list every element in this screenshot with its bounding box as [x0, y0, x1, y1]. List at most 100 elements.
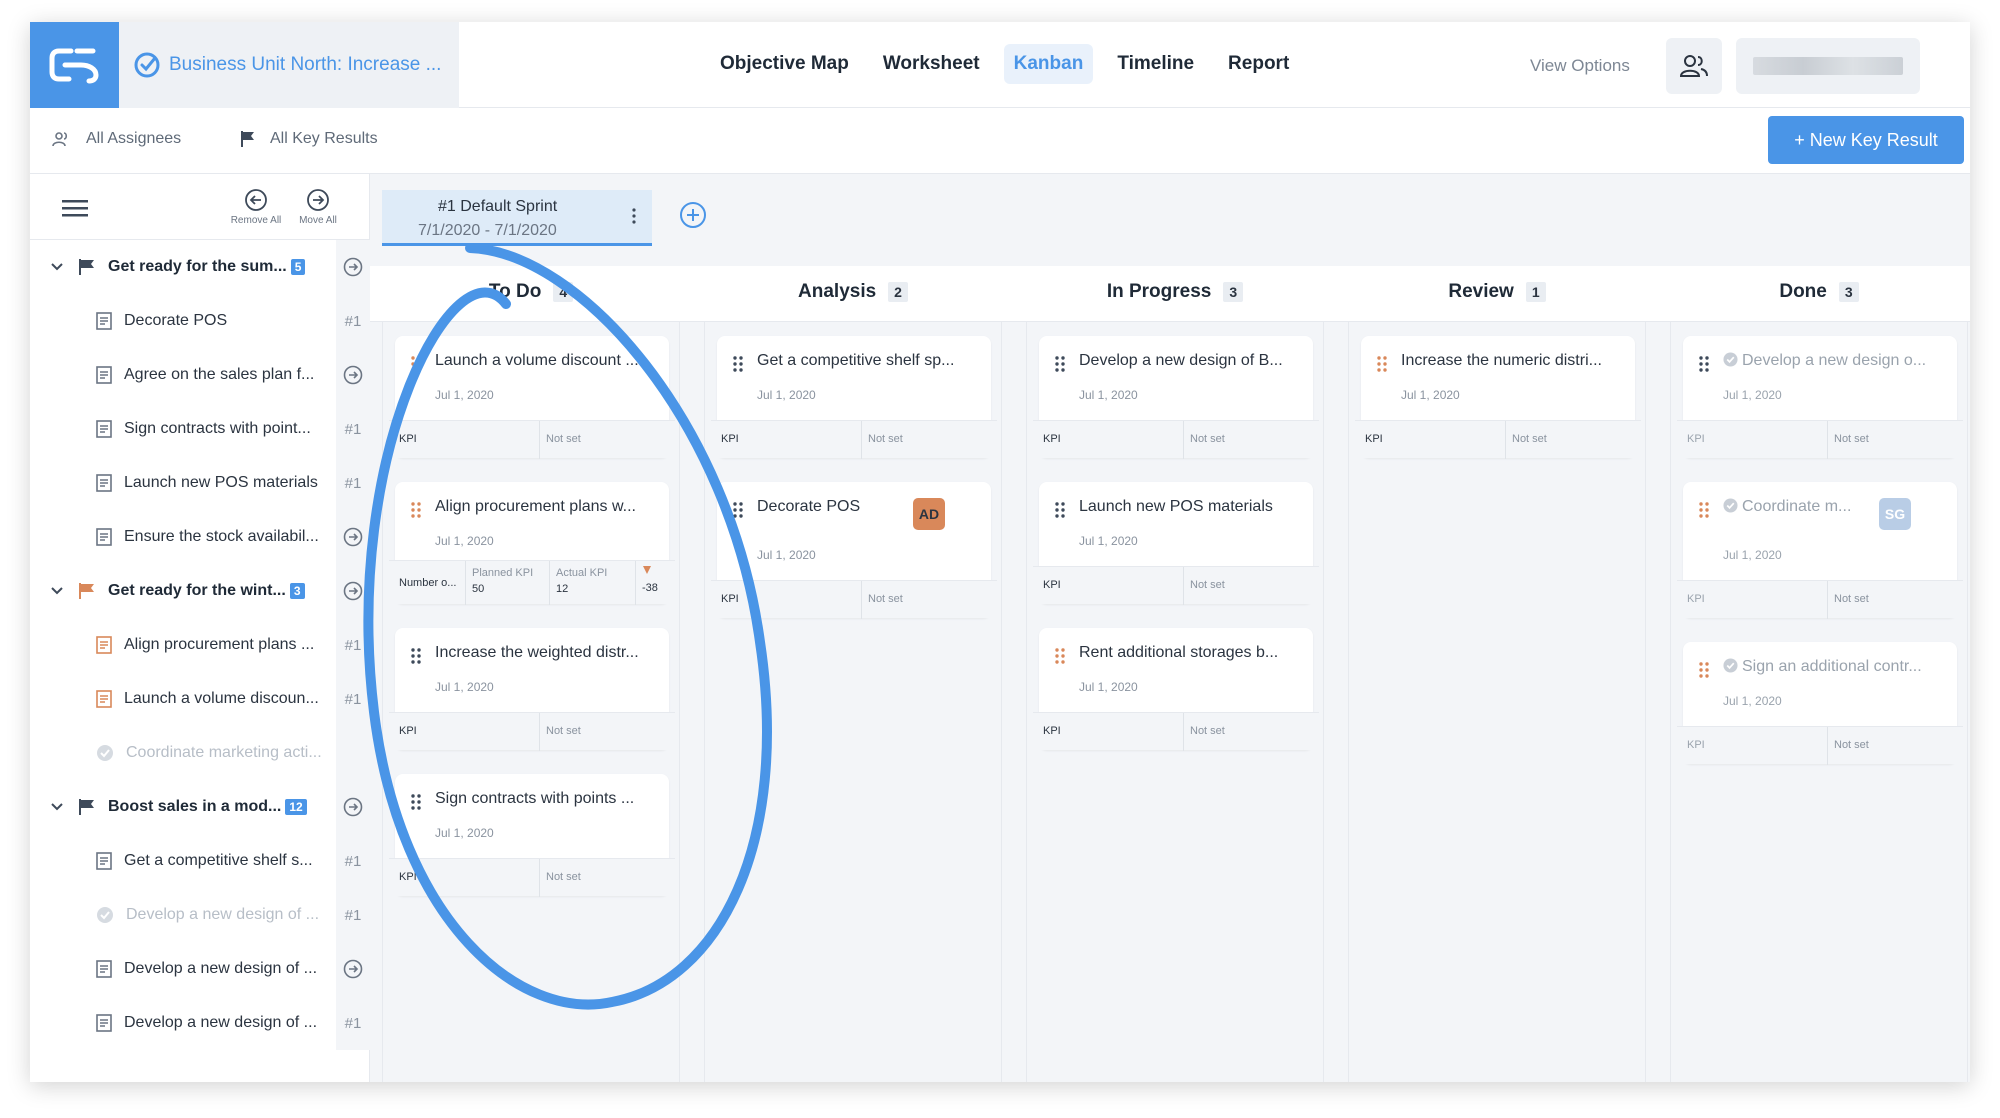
kanban-card[interactable]: Develop a new design of B... Jul 1, 2020 K…: [1033, 336, 1319, 459]
sidebar-row-action[interactable]: [336, 942, 370, 996]
kanban-card[interactable]: Sign contracts with points ... Jul 1, 202…: [389, 774, 675, 897]
kanban-card[interactable]: Rent additional storages b... Jul 1, 2020…: [1033, 628, 1319, 751]
kanban-card[interactable]: Sign an additional contr... Jul 1, 2020 KP…: [1677, 642, 1963, 765]
tab-timeline[interactable]: Timeline: [1107, 44, 1204, 84]
sidebar-key-result[interactable]: Launch new POS materials #1: [30, 456, 370, 510]
drag-handle-icon[interactable]: [733, 502, 743, 518]
drag-handle-icon[interactable]: [1699, 356, 1709, 372]
sidebar-row-action[interactable]: #1: [336, 618, 370, 672]
kpi-name: KPI: [1043, 725, 1061, 737]
drag-handle-icon[interactable]: [733, 356, 743, 372]
sidebar-row-main[interactable]: Develop a new design of ...: [30, 996, 336, 1050]
sidebar-row-main[interactable]: Get a competitive shelf s...: [30, 834, 336, 888]
sprint-tab[interactable]: #1 Default Sprint 7/1/2020 - 7/1/2020: [382, 190, 652, 246]
drag-handle-icon[interactable]: [411, 356, 421, 372]
kanban-card[interactable]: Decorate POS Jul 1, 2020 AD KPI Not set: [711, 482, 997, 619]
sidebar-row-main[interactable]: Coordinate marketing acti...: [30, 726, 336, 780]
sidebar-key-result[interactable]: Develop a new design of ... #1: [30, 888, 370, 942]
sidebar-row-main[interactable]: Launch new POS materials: [30, 456, 336, 510]
sidebar-row-action[interactable]: #1: [336, 456, 370, 510]
tab-kanban[interactable]: Kanban: [1003, 44, 1094, 84]
app-logo[interactable]: [30, 22, 119, 108]
users-button[interactable]: [1666, 38, 1722, 94]
sidebar-row-main[interactable]: Launch a volume discoun...: [30, 672, 336, 726]
sidebar-row-action[interactable]: [336, 780, 370, 834]
chevron-down-icon[interactable]: [50, 586, 64, 596]
assignees-filter[interactable]: All Assignees: [52, 130, 181, 148]
sidebar-row-action[interactable]: [336, 510, 370, 564]
sidebar-row-main[interactable]: Agree on the sales plan f...: [30, 348, 336, 402]
sidebar-row-main[interactable]: Decorate POS: [30, 294, 336, 348]
sidebar-row-main[interactable]: Ensure the stock availabil...: [30, 510, 336, 564]
sidebar-key-result[interactable]: Align procurement plans ... #1: [30, 618, 370, 672]
move-all-button[interactable]: Move All: [288, 188, 348, 226]
sidebar-key-result[interactable]: Coordinate marketing acti...: [30, 726, 370, 780]
drag-handle-icon[interactable]: [1055, 648, 1065, 664]
assignee-avatar[interactable]: SG: [1879, 498, 1911, 530]
chevron-down-icon[interactable]: [50, 802, 64, 812]
card-date: Jul 1, 2020: [435, 388, 494, 402]
sidebar-row-action[interactable]: #1: [336, 888, 370, 942]
drag-handle-icon[interactable]: [411, 794, 421, 810]
kpi-value: Not set: [861, 581, 903, 619]
sidebar-key-result[interactable]: Develop a new design of ... #1: [30, 996, 370, 1050]
actual-kpi-value: 12: [556, 583, 569, 595]
sidebar-row-action[interactable]: [336, 348, 370, 402]
sidebar-row-main[interactable]: Sign contracts with point...: [30, 402, 336, 456]
kanban-card[interactable]: Coordinate m... Jul 1, 2020 SG KPI Not set: [1677, 482, 1963, 619]
drag-handle-icon[interactable]: [1699, 662, 1709, 678]
sidebar-row-main[interactable]: Develop a new design of ...: [30, 942, 336, 996]
sidebar-row-action[interactable]: #1: [336, 996, 370, 1050]
tab-worksheet[interactable]: Worksheet: [873, 44, 990, 84]
sidebar-row-main[interactable]: Boost sales in a mod... 12: [30, 780, 336, 834]
sidebar-row-action[interactable]: [336, 726, 370, 780]
kanban-card[interactable]: Increase the weighted distr... Jul 1, 202…: [389, 628, 675, 751]
sidebar-row-main[interactable]: Get ready for the sum... 5: [30, 240, 336, 294]
objective-selector[interactable]: Business Unit North: Increase ...: [119, 22, 459, 108]
sidebar-objective[interactable]: Get ready for the wint... 3: [30, 564, 370, 618]
kebab-menu-icon[interactable]: [632, 208, 636, 224]
sidebar-key-result[interactable]: Develop a new design of ...: [30, 942, 370, 996]
sidebar-row-main[interactable]: Get ready for the wint... 3: [30, 564, 336, 618]
view-options-button[interactable]: View Options: [1530, 56, 1630, 76]
sidebar-row-action[interactable]: #1: [336, 834, 370, 888]
drag-handle-icon[interactable]: [1055, 356, 1065, 372]
sidebar-objective[interactable]: Boost sales in a mod... 12: [30, 780, 370, 834]
user-profile[interactable]: [1736, 38, 1920, 94]
sidebar-objective[interactable]: Get ready for the sum... 5: [30, 240, 370, 294]
sidebar-key-result[interactable]: Ensure the stock availabil...: [30, 510, 370, 564]
card-title-text: Decorate POS: [757, 498, 861, 515]
sidebar-row-main[interactable]: Develop a new design of ...: [30, 888, 336, 942]
assignee-avatar[interactable]: AD: [913, 498, 945, 530]
kanban-card[interactable]: Launch a volume discount ... Jul 1, 2020 K…: [389, 336, 675, 459]
tab-objective-map[interactable]: Objective Map: [710, 44, 859, 84]
kanban-card[interactable]: Develop a new design o... Jul 1, 2020 KPI N…: [1677, 336, 1963, 459]
sidebar-row-action[interactable]: #1: [336, 672, 370, 726]
sidebar-row-action[interactable]: #1: [336, 402, 370, 456]
sidebar-row-action[interactable]: #1: [336, 294, 370, 348]
remove-all-button[interactable]: Remove All: [226, 188, 286, 226]
sidebar-row-main[interactable]: Align procurement plans ...: [30, 618, 336, 672]
sidebar-key-result[interactable]: Sign contracts with point... #1: [30, 402, 370, 456]
kanban-card[interactable]: Align procurement plans w... Jul 1, 2020 N…: [389, 482, 675, 605]
new-key-result-button[interactable]: + New Key Result: [1768, 116, 1964, 164]
drag-handle-icon[interactable]: [1377, 356, 1387, 372]
sidebar-key-result[interactable]: Get a competitive shelf s... #1: [30, 834, 370, 888]
sidebar-key-result[interactable]: Decorate POS #1: [30, 294, 370, 348]
tab-report[interactable]: Report: [1218, 44, 1299, 84]
kanban-card[interactable]: Launch new POS materials Jul 1, 2020 KPI No…: [1033, 482, 1319, 605]
drag-handle-icon[interactable]: [411, 502, 421, 518]
key-results-filter[interactable]: All Key Results: [240, 130, 378, 148]
sidebar-key-result[interactable]: Launch a volume discoun... #1: [30, 672, 370, 726]
sidebar-row-action[interactable]: [336, 240, 370, 294]
drag-handle-icon[interactable]: [411, 648, 421, 664]
drag-handle-icon[interactable]: [1055, 502, 1065, 518]
chevron-down-icon[interactable]: [50, 262, 64, 272]
kanban-card[interactable]: Increase the numeric distri... Jul 1, 202…: [1355, 336, 1641, 459]
kanban-card[interactable]: Get a competitive shelf sp... Jul 1, 2020…: [711, 336, 997, 459]
menu-icon[interactable]: [62, 198, 88, 218]
drag-handle-icon[interactable]: [1699, 502, 1709, 518]
sidebar-key-result[interactable]: Agree on the sales plan f...: [30, 348, 370, 402]
add-sprint-icon[interactable]: [678, 200, 708, 230]
sidebar-row-action[interactable]: [336, 564, 370, 618]
